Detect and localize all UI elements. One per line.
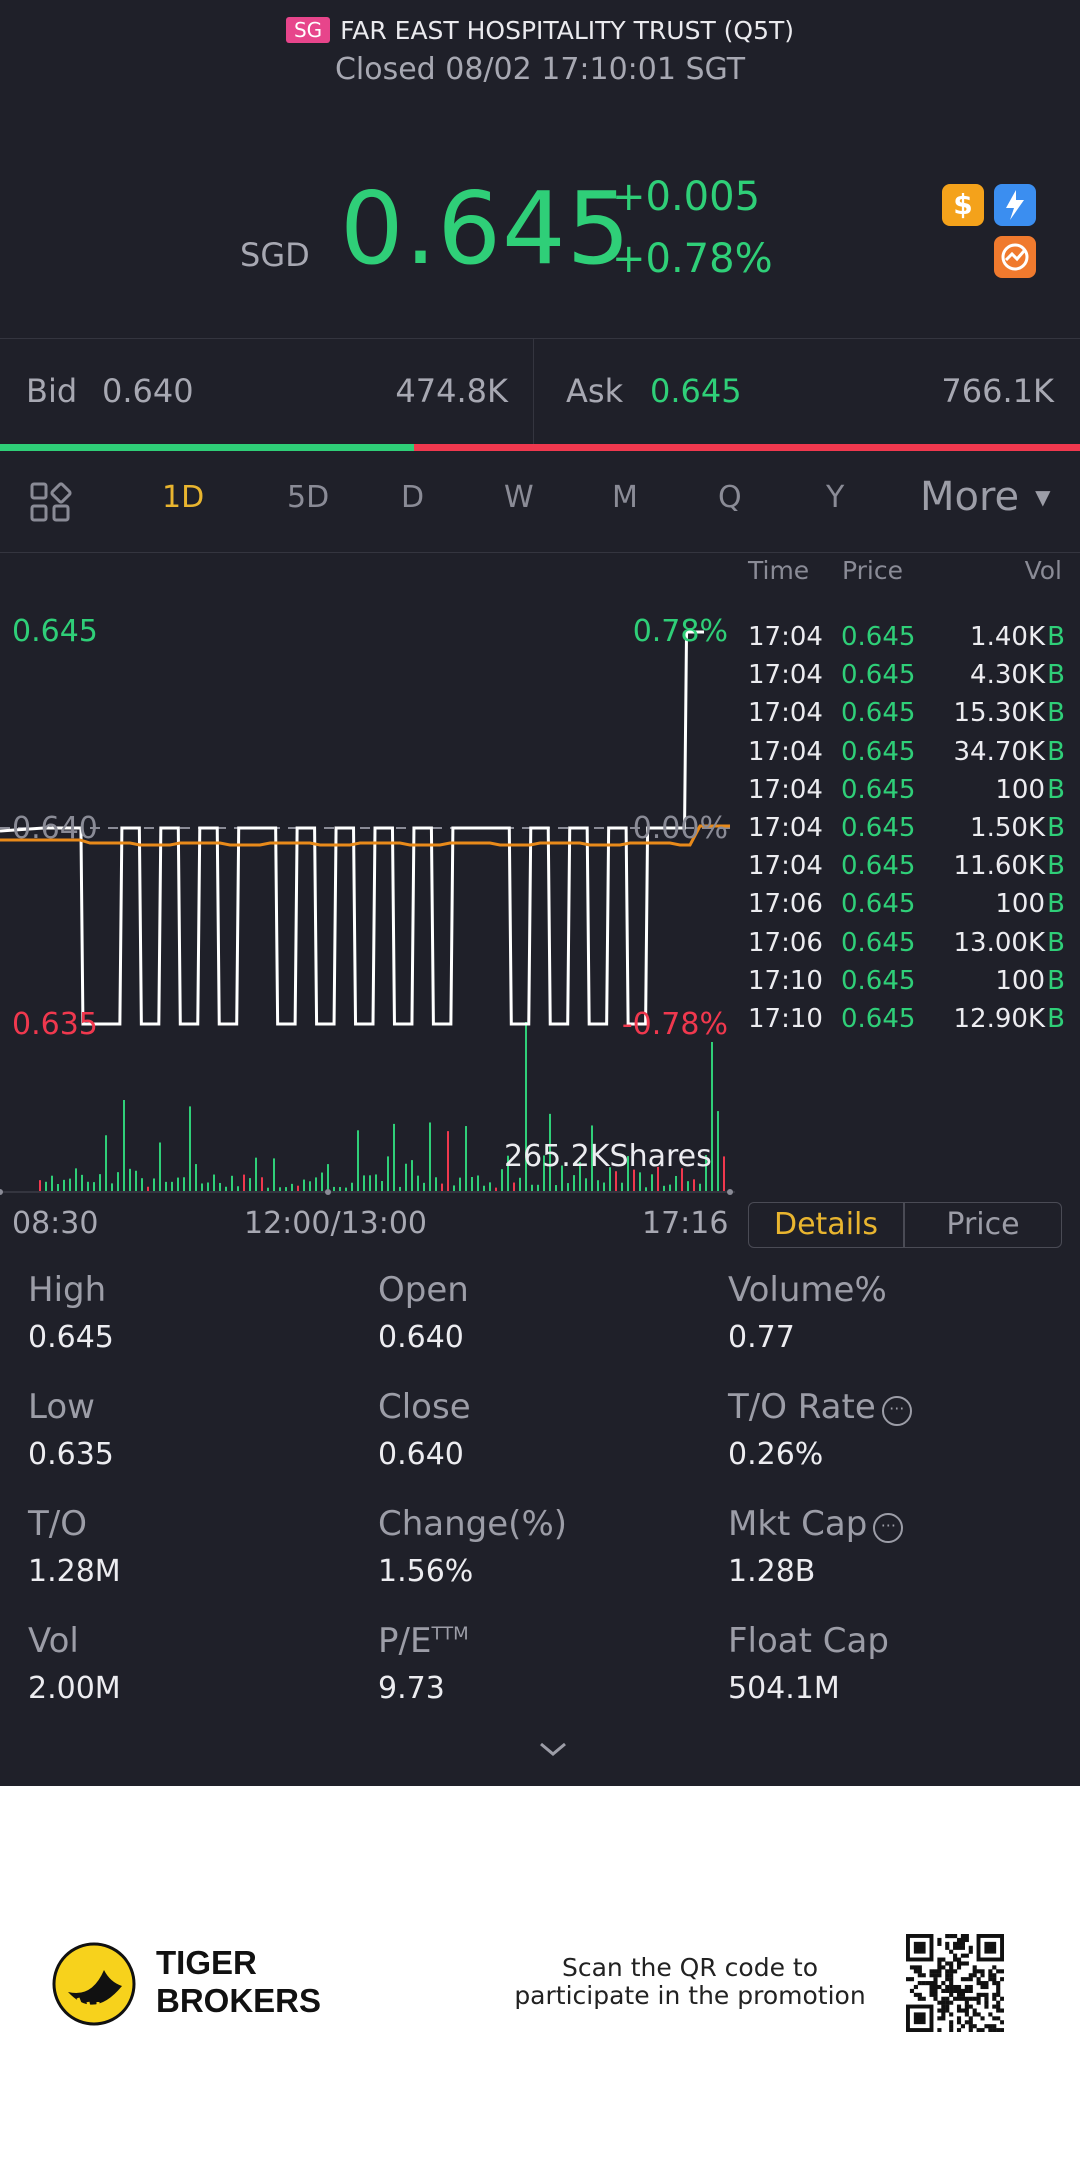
info-icon[interactable]: ··· — [881, 1396, 912, 1426]
brand-line1: TIGER — [156, 1944, 257, 1981]
tape-side: B — [1047, 1004, 1065, 1034]
tab-1d[interactable]: 1D — [162, 480, 204, 515]
stock-title: SG FAR EAST HOSPITALITY TRUST (Q5T) — [0, 16, 1080, 56]
info-icon[interactable]: ··· — [873, 1513, 904, 1543]
more-dropdown[interactable]: More ▼ — [920, 474, 1051, 520]
lightning-icon[interactable] — [994, 184, 1036, 226]
stat-high-value: 0.645 — [28, 1320, 114, 1355]
stat-vol-value: 2.00M — [28, 1671, 121, 1706]
stat-float-cap-value: 504.1M — [728, 1671, 840, 1706]
tiger-logo-icon — [52, 1942, 136, 2030]
price-change-pct: +0.78% — [612, 236, 773, 282]
chart-pct-low: -0.78% — [621, 1007, 728, 1042]
tape-price: 0.645 — [841, 1004, 916, 1034]
more-label: More — [920, 474, 1020, 520]
stat-vol-label: Vol — [28, 1621, 79, 1661]
tape-header-price: Price — [842, 556, 903, 585]
time-end: 17:16 — [642, 1206, 729, 1241]
stat-pe-value: 9.73 — [378, 1671, 445, 1706]
market-badge: SG — [285, 17, 331, 43]
stat-volume-pct-value: 0.77 — [728, 1320, 795, 1355]
tab-m[interactable]: M — [612, 480, 638, 515]
stat-mkt-cap-value: 1.28B — [728, 1554, 816, 1589]
stat-close-label: Close — [378, 1387, 471, 1427]
bid-ask-divider — [533, 338, 534, 444]
bid-ask-ratio-bar — [0, 444, 1080, 451]
caret-down-icon: ▼ — [1035, 485, 1051, 509]
details-tab[interactable]: Details — [748, 1202, 904, 1248]
promo-footer: TIGER BROKERS Scan the QR code to partic… — [0, 1786, 1080, 2180]
tape-header-time: Time — [748, 556, 810, 585]
divider — [0, 552, 1080, 553]
bid-label: Bid — [26, 372, 78, 410]
promo-line2: participate in the promotion — [514, 1981, 866, 2010]
stat-to-rate-value: 0.26% — [728, 1437, 824, 1472]
stat-volume-pct-label: Volume% — [728, 1270, 887, 1310]
tape-row: 17:10 0.645 12.90K B — [740, 992, 1065, 1045]
ask-size: 766.1K — [941, 372, 1054, 410]
chart-price-mid: 0.640 — [12, 811, 98, 846]
grid-menu-icon[interactable] — [30, 482, 72, 528]
time-mid: 12:00/13:00 — [244, 1206, 428, 1241]
stat-open-value: 0.640 — [378, 1320, 464, 1355]
stat-low-value: 0.635 — [28, 1437, 114, 1472]
bid-ask-bar: Bid 0.640 474.8K Ask 0.645 766.1K — [0, 338, 1080, 444]
stat-to-rate-label: T/O Rate ··· — [728, 1387, 912, 1427]
market-status: Closed 08/02 17:10:01 SGT — [334, 52, 746, 87]
axis-dot — [325, 1189, 331, 1195]
intraday-chart[interactable] — [0, 556, 735, 1204]
stat-mkt-cap-label: Mkt Cap ··· — [728, 1504, 904, 1544]
chevron-down-icon[interactable] — [536, 1738, 570, 1764]
stat-to-value: 1.28M — [28, 1554, 121, 1589]
ask-price: 0.645 — [650, 372, 742, 410]
currency-label: SGD — [240, 236, 310, 274]
last-price: 0.645 — [340, 170, 632, 287]
stat-high-label: High — [28, 1270, 107, 1310]
chart-price-high: 0.645 — [12, 614, 98, 649]
chart-pct-mid: 0.00% — [632, 811, 728, 846]
tape-volume: 12.90K — [953, 1004, 1045, 1034]
chart-circle-icon[interactable] — [994, 236, 1036, 278]
brand-name: TIGER BROKERS — [156, 1944, 321, 2020]
axis-dot — [0, 1189, 3, 1195]
bid-size: 474.8K — [395, 372, 508, 410]
axis-dot — [727, 1189, 733, 1195]
promo-line1: Scan the QR code to — [561, 1953, 819, 1982]
stat-change-pct-value: 1.56% — [378, 1554, 474, 1589]
stat-close-value: 0.640 — [378, 1437, 464, 1472]
tab-w[interactable]: W — [504, 480, 534, 515]
promo-text: Scan the QR code to participate in the p… — [500, 1954, 880, 2010]
volume-label: 265.2KShares — [504, 1139, 712, 1174]
stat-float-cap-label: Float Cap — [728, 1621, 889, 1661]
stat-to-rate-text: T/O Rate — [728, 1387, 876, 1427]
chart-pct-high: 0.78% — [632, 614, 728, 649]
tape-time: 17:10 — [748, 1004, 823, 1034]
stat-pe-text: P/E — [378, 1621, 432, 1661]
price-change: +0.005 — [612, 174, 761, 220]
stat-to-label: T/O — [28, 1504, 87, 1544]
price-tab[interactable]: Price — [904, 1202, 1062, 1248]
tab-5d[interactable]: 5D — [287, 480, 329, 515]
tab-q[interactable]: Q — [718, 480, 742, 515]
stat-change-pct-label: Change(%) — [378, 1504, 568, 1544]
stat-low-label: Low — [28, 1387, 95, 1427]
ask-label: Ask — [566, 372, 624, 410]
bid-ratio-fill — [0, 444, 414, 451]
bid-price: 0.640 — [102, 372, 194, 410]
brand-line2: BROKERS — [156, 1982, 322, 2019]
stock-name: FAR EAST HOSPITALITY TRUST (Q5T) — [340, 16, 795, 45]
qr-code[interactable] — [906, 1934, 1004, 2032]
stat-pe-label: P/ETTM — [378, 1621, 469, 1661]
tab-d[interactable]: D — [401, 480, 424, 515]
time-start: 08:30 — [12, 1206, 99, 1241]
stat-pe-sup: TTM — [431, 1623, 469, 1645]
stat-open-label: Open — [378, 1270, 469, 1310]
stat-mkt-cap-text: Mkt Cap — [728, 1504, 868, 1544]
chart-price-low: 0.635 — [12, 1007, 98, 1042]
dollar-icon[interactable]: $ — [942, 184, 984, 226]
tape-header-vol: Vol — [1024, 556, 1062, 585]
tab-y[interactable]: Y — [826, 480, 844, 515]
quote-screen: SG FAR EAST HOSPITALITY TRUST (Q5T) Close… — [0, 0, 1080, 1786]
